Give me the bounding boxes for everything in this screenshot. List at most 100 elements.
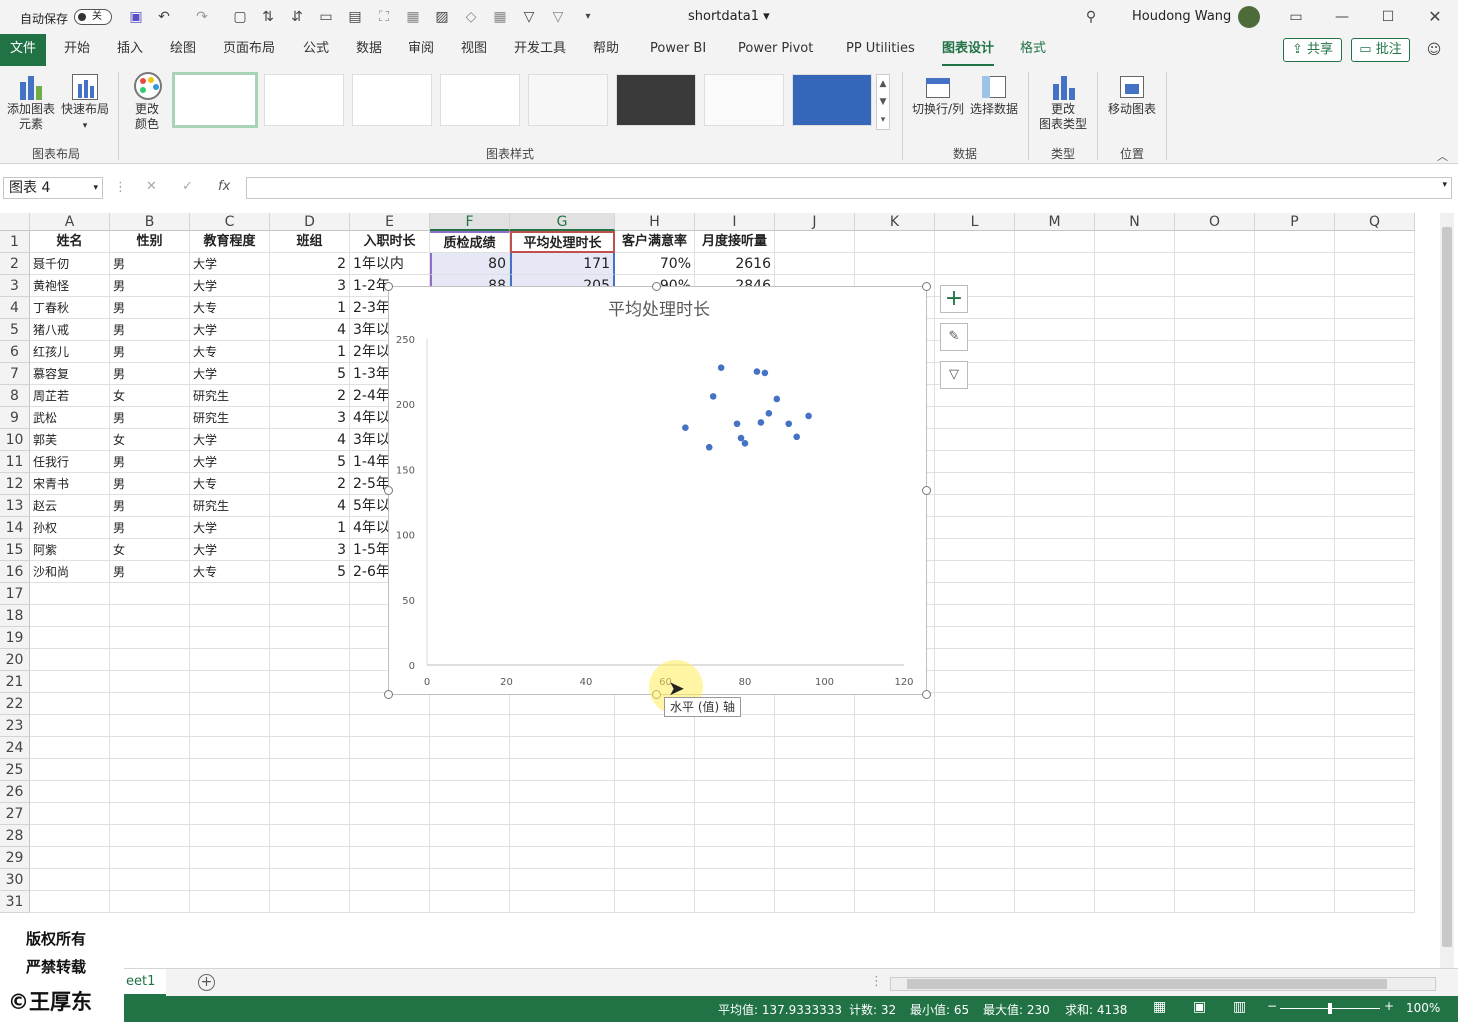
chart-style-1[interactable] [172, 72, 258, 128]
vertical-scrollbar[interactable] [1440, 213, 1454, 968]
resize-handle[interactable] [384, 486, 393, 495]
row-header-29[interactable]: 29 [0, 847, 30, 869]
grid-cell[interactable]: 男 [110, 363, 190, 385]
column-header-c[interactable]: C [190, 213, 270, 231]
grid-cell[interactable] [270, 847, 350, 869]
grid-cell[interactable] [1095, 715, 1175, 737]
grid-cell[interactable] [110, 671, 190, 693]
grid-cell[interactable] [1175, 759, 1255, 781]
grid-cell[interactable] [855, 715, 935, 737]
grid-cell[interactable] [1015, 847, 1095, 869]
grid-cell[interactable] [1095, 781, 1175, 803]
style-gallery-scroll[interactable]: ▲ ▼ ▾ [876, 74, 890, 130]
grid-cell[interactable]: 男 [110, 275, 190, 297]
save-icon[interactable]: ▣ [128, 9, 144, 25]
insert-function-icon[interactable]: fx [218, 179, 230, 194]
row-header-13[interactable]: 13 [0, 495, 30, 517]
grid-cell[interactable] [1095, 495, 1175, 517]
grid-cell[interactable] [935, 781, 1015, 803]
grid-cell[interactable] [935, 671, 1015, 693]
grid-cell[interactable]: 研究生 [190, 407, 270, 429]
grid-cell[interactable] [1335, 385, 1415, 407]
grid-cell[interactable] [855, 891, 935, 913]
grid-cell[interactable] [190, 803, 270, 825]
grid-cell[interactable] [270, 781, 350, 803]
tab-file[interactable]: 文件 [0, 34, 47, 66]
grid-cell[interactable] [110, 781, 190, 803]
grid-cell[interactable]: 黄袍怪 [30, 275, 110, 297]
grid-cell[interactable] [30, 605, 110, 627]
grid-cell[interactable] [1015, 517, 1095, 539]
grid-cell[interactable]: 郭芙 [30, 429, 110, 451]
grid-cell[interactable] [190, 715, 270, 737]
grid-cell[interactable] [1335, 847, 1415, 869]
grid-cell[interactable] [695, 759, 775, 781]
grid-cell[interactable] [855, 253, 935, 275]
grid-cell[interactable] [1095, 605, 1175, 627]
grid-cell[interactable] [1015, 539, 1095, 561]
grid-cell[interactable] [1175, 407, 1255, 429]
grid-cell[interactable] [110, 737, 190, 759]
row-header-20[interactable]: 20 [0, 649, 30, 671]
grid-cell[interactable] [1015, 275, 1095, 297]
grid-cell[interactable] [1015, 385, 1095, 407]
grid-cell[interactable] [1335, 539, 1415, 561]
row-header-12[interactable]: 12 [0, 473, 30, 495]
tab-review[interactable]: 审阅 [408, 34, 434, 66]
grid-cell[interactable] [1255, 671, 1335, 693]
tab-formulas[interactable]: 公式 [303, 34, 329, 66]
grid-cell[interactable] [1095, 825, 1175, 847]
grid-cell[interactable] [350, 737, 430, 759]
grid-cell[interactable] [855, 847, 935, 869]
select-data-button[interactable]: 选择数据 [966, 66, 1022, 117]
grid-cell[interactable] [935, 495, 1015, 517]
grid-cell[interactable] [510, 869, 615, 891]
grid-cell[interactable] [1175, 253, 1255, 275]
switch-row-column-button[interactable]: 切换行/列 [908, 66, 968, 117]
paste-icon[interactable]: ▨ [434, 9, 450, 25]
page-break-view-icon[interactable]: ▥ [1233, 999, 1246, 1015]
grid-cell[interactable] [350, 847, 430, 869]
grid-cell[interactable] [1015, 473, 1095, 495]
formula-input[interactable]: ▾ [246, 177, 1452, 199]
grid-cell[interactable] [935, 891, 1015, 913]
grid-cell[interactable]: 宋青书 [30, 473, 110, 495]
row-header-4[interactable]: 4 [0, 297, 30, 319]
column-header-k[interactable]: K [855, 213, 935, 231]
row-header-16[interactable]: 16 [0, 561, 30, 583]
grid-cell[interactable] [1095, 451, 1175, 473]
grid-cell[interactable]: 1年以内 [350, 253, 430, 275]
header-cell[interactable]: 质检成绩 [430, 231, 510, 253]
grid-cell[interactable] [350, 781, 430, 803]
grid-cell[interactable] [1015, 825, 1095, 847]
grid-cell[interactable] [1255, 473, 1335, 495]
grid-cell[interactable] [30, 693, 110, 715]
grid-cell[interactable]: 红孩儿 [30, 341, 110, 363]
clear-filter-icon[interactable]: ▽ [550, 9, 566, 25]
grid-cell[interactable] [1095, 473, 1175, 495]
grid-cell[interactable] [270, 891, 350, 913]
name-box[interactable]: 图表 4 ▾ [3, 177, 103, 199]
grid-cell[interactable] [1015, 583, 1095, 605]
row-header-27[interactable]: 27 [0, 803, 30, 825]
grid-cell[interactable] [1095, 253, 1175, 275]
chart-style-2[interactable] [264, 74, 344, 126]
grid-cell[interactable] [1175, 473, 1255, 495]
header-cell[interactable]: 教育程度 [190, 231, 270, 253]
grid-cell[interactable] [855, 825, 935, 847]
grid-cell[interactable]: 男 [110, 407, 190, 429]
grid-cell[interactable] [30, 891, 110, 913]
grid-cell[interactable] [1095, 561, 1175, 583]
grid-cell[interactable] [1335, 781, 1415, 803]
grid-cell[interactable] [350, 759, 430, 781]
tab-draw[interactable]: 绘图 [170, 34, 196, 66]
scatter-point[interactable] [765, 410, 773, 417]
grid-cell[interactable] [1095, 627, 1175, 649]
header-cell[interactable]: 客户满意率 [615, 231, 695, 253]
grid-cell[interactable] [1095, 297, 1175, 319]
row-header-5[interactable]: 5 [0, 319, 30, 341]
grid-cell[interactable] [1255, 539, 1335, 561]
row-header-28[interactable]: 28 [0, 825, 30, 847]
row-header-26[interactable]: 26 [0, 781, 30, 803]
grid-cell[interactable] [1175, 627, 1255, 649]
